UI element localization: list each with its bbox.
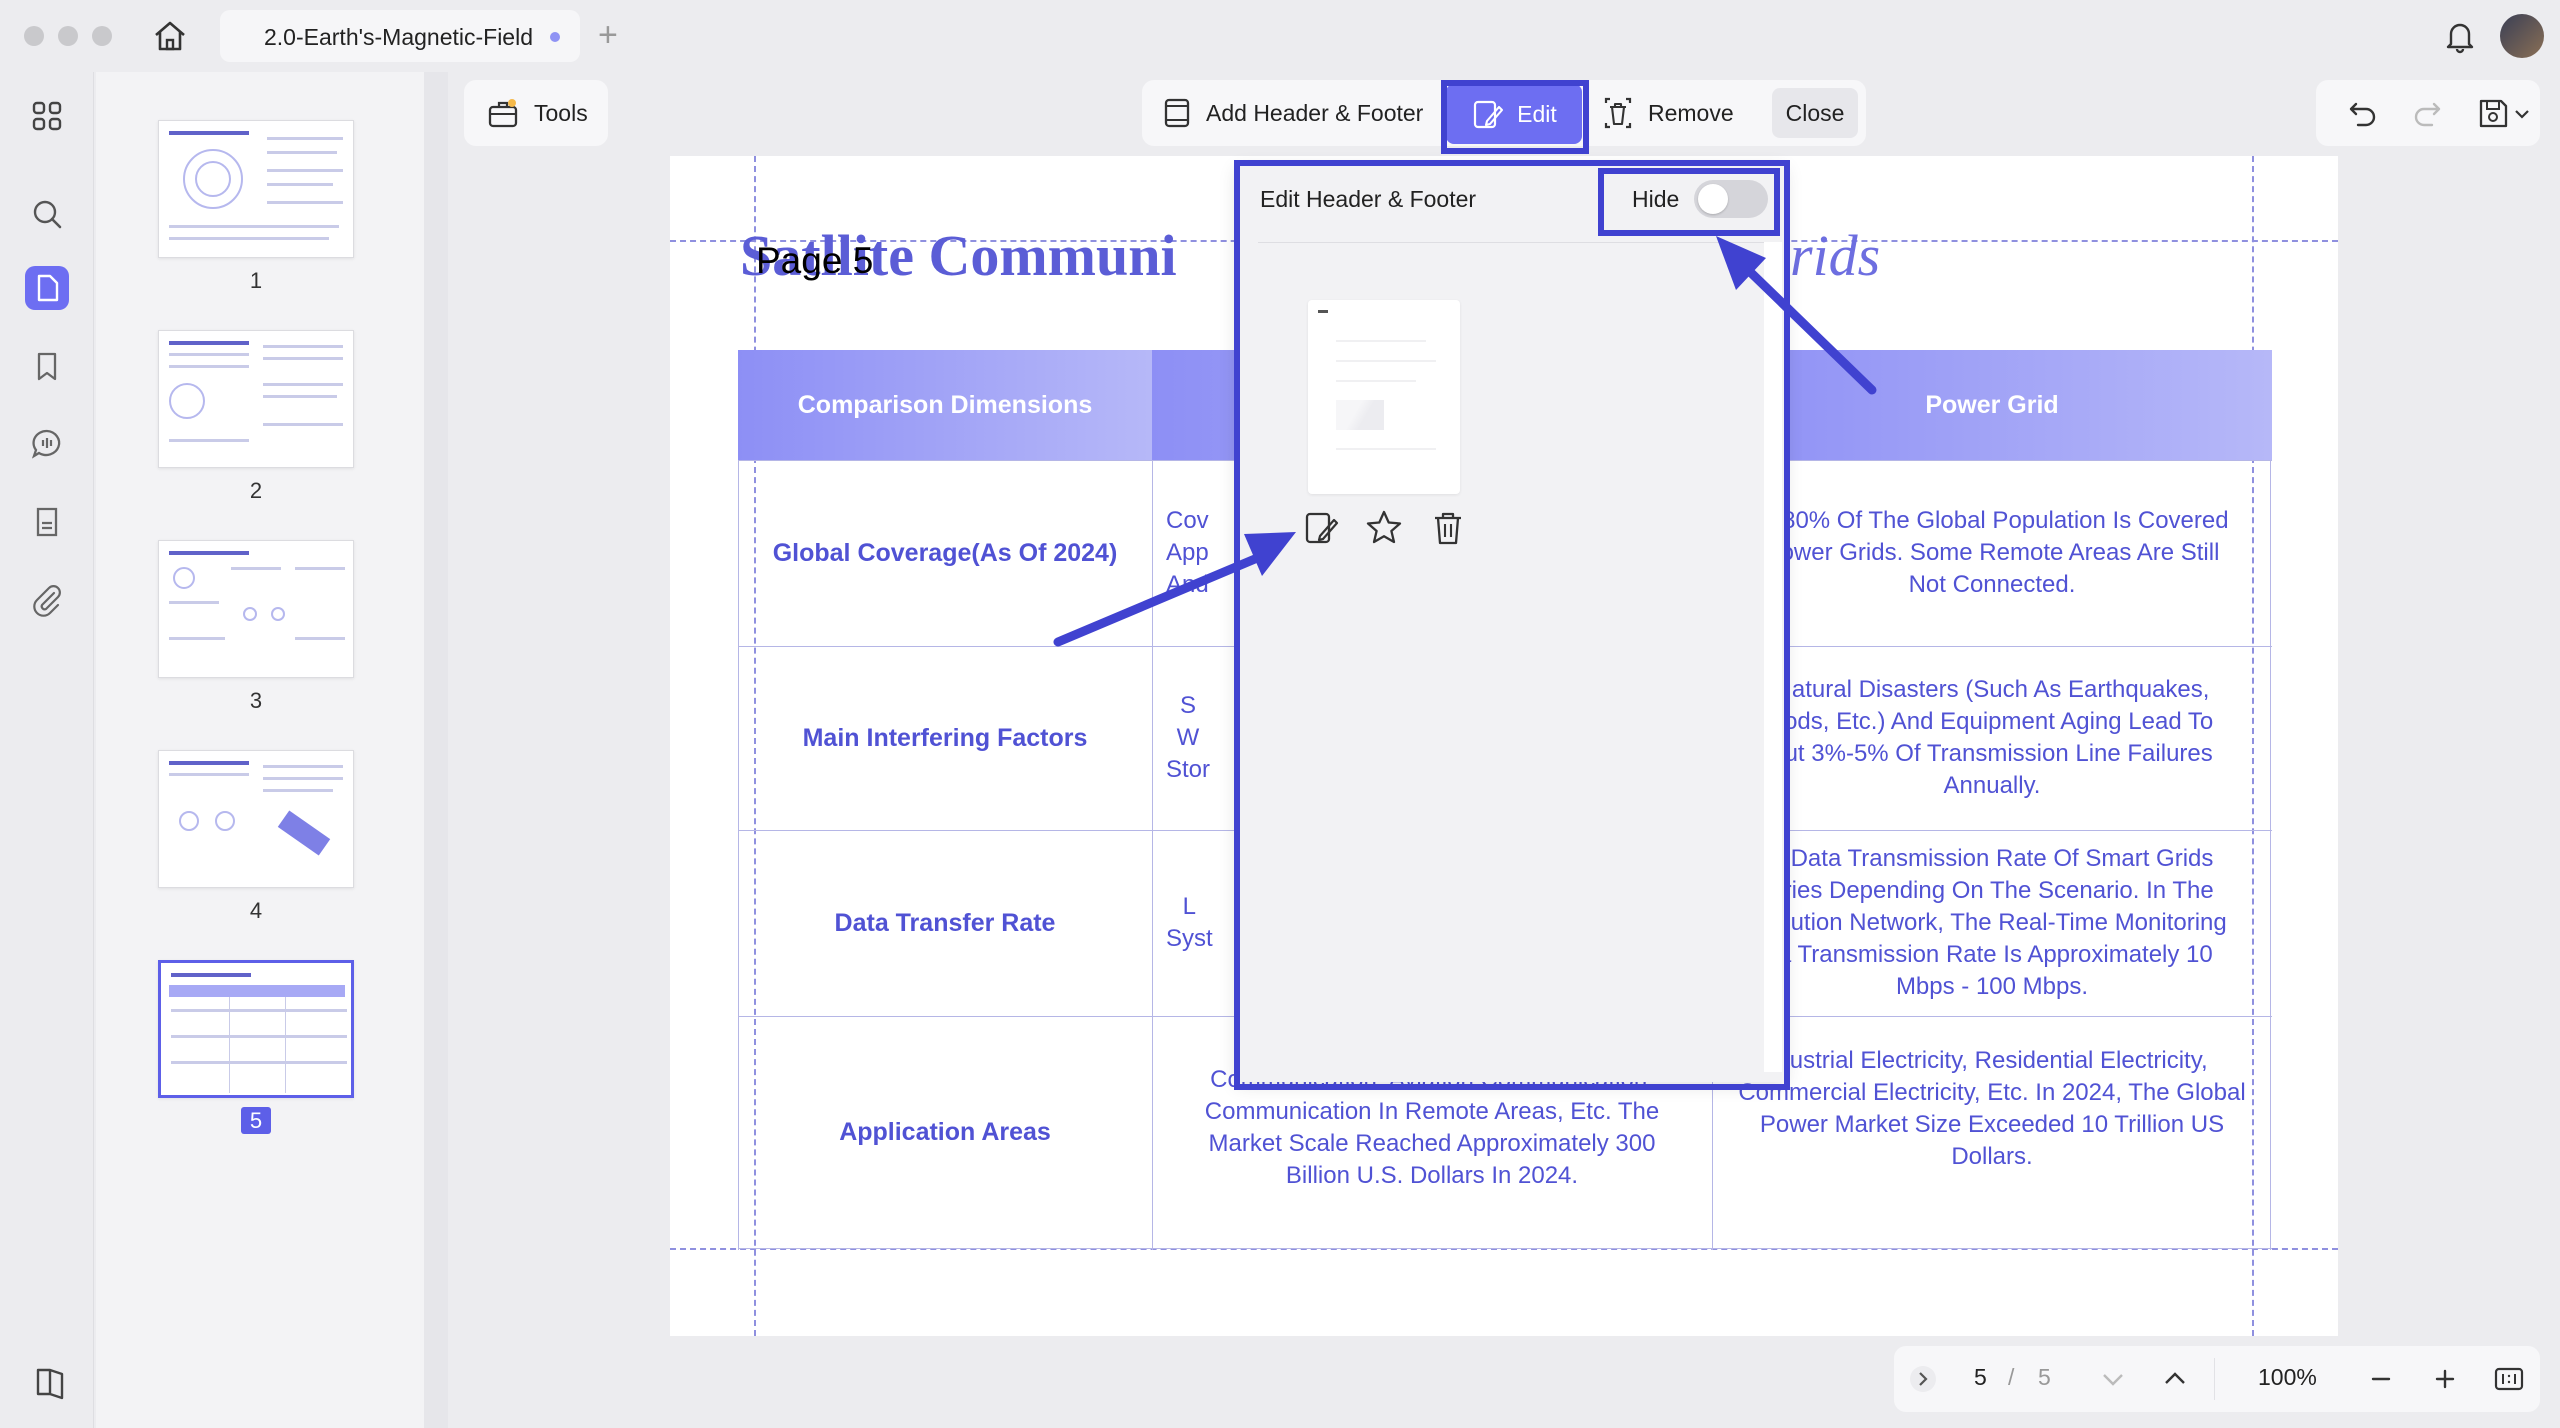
- table-row-label: Application Areas: [839, 1118, 1051, 1146]
- thumbnail-label: 4: [158, 898, 354, 924]
- apps-button[interactable]: [25, 94, 69, 138]
- undo-icon[interactable]: [2346, 96, 2380, 130]
- thumbnail-label-active: 5: [158, 1107, 354, 1134]
- bell-icon[interactable]: [2442, 18, 2478, 54]
- page-navigation: 5 / 5 100%: [1894, 1346, 2540, 1412]
- remove-label: Remove: [1648, 99, 1734, 126]
- total-pages: 5: [2038, 1364, 2051, 1390]
- avatar[interactable]: [2500, 14, 2544, 58]
- thumbnail-page-4[interactable]: [158, 750, 354, 888]
- zoom-out-icon[interactable]: [2364, 1362, 2398, 1396]
- sidebar-toggle-icon[interactable]: [30, 1362, 70, 1402]
- thumbnail-number: 3: [249, 688, 263, 713]
- header-text: Page 5: [756, 240, 874, 281]
- page-separator: /: [2008, 1364, 2015, 1390]
- thumbnail-page-1[interactable]: [158, 120, 354, 258]
- tab-title: 2.0-Earth's-Magnetic-Field: [264, 24, 533, 50]
- form-button[interactable]: [25, 500, 69, 544]
- document-tab[interactable]: 2.0-Earth's-Magnetic-Field: [220, 10, 580, 62]
- remove-button[interactable]: Remove: [1600, 80, 1734, 146]
- table-cell: dustrial Electricity, Residential Electr…: [1738, 1047, 2246, 1170]
- add-header-footer-label: Add Header & Footer: [1206, 99, 1424, 126]
- thumbnail-number: 4: [249, 898, 263, 923]
- grid-icon: [32, 101, 62, 131]
- zoom-in-icon[interactable]: [2428, 1362, 2462, 1396]
- search-icon: [33, 200, 62, 229]
- attachment-button[interactable]: [25, 578, 69, 622]
- thumbnail-scrollbar[interactable]: [424, 72, 448, 1428]
- table-row-label: Global Coverage(As Of 2024): [772, 539, 1118, 567]
- table-row-label: Main Interfering Factors: [802, 724, 1088, 752]
- table-row-label: Data Transfer Rate: [834, 909, 1056, 937]
- title-part: llite Communi: [820, 223, 1177, 288]
- thumbnail-number: 5: [240, 1107, 272, 1134]
- current-page-input[interactable]: 5: [1974, 1364, 1987, 1391]
- table-cell: Cov App And: [1166, 507, 1209, 598]
- paperclip-icon: [33, 585, 61, 617]
- thumbnail-page-5[interactable]: [158, 960, 354, 1098]
- thumbnail-number: 1: [249, 268, 263, 293]
- tools-label: Tools: [534, 99, 588, 126]
- bookmark-button[interactable]: [25, 344, 69, 388]
- document-title-end: rids: [1790, 223, 1881, 288]
- header-footer-icon: [1164, 98, 1190, 128]
- toolbox-icon: [488, 99, 518, 128]
- history-toolbar: [2316, 80, 2540, 146]
- table-header-cell: Comparison Dimensions: [738, 350, 1152, 460]
- bookmark-icon: [37, 352, 57, 381]
- window-close-button[interactable]: [24, 26, 44, 46]
- thumbnail-page-2[interactable]: [158, 330, 354, 468]
- thumbnail-panel: 1 2 3 4 5: [96, 72, 424, 1428]
- new-tab-button[interactable]: +: [598, 16, 618, 55]
- comment-icon: [31, 429, 61, 459]
- table-cell: ut 80% Of The Global Population Is Cover…: [1755, 507, 2229, 598]
- page-icon: [37, 274, 59, 302]
- table-cell: S W Stor: [1166, 692, 1211, 783]
- save-icon[interactable]: [2476, 96, 2510, 130]
- left-icon-bar: [0, 72, 94, 1428]
- window-minimize-button[interactable]: [58, 26, 78, 46]
- table-header-cell: Power Grid: [1712, 350, 2272, 460]
- thumbnail-page-3[interactable]: [158, 540, 354, 678]
- chevron-right-icon[interactable]: [1906, 1362, 1940, 1396]
- highlight-edit-button: [1441, 80, 1589, 154]
- highlight-popup: [1234, 160, 1790, 1090]
- table-cell: L Syst: [1166, 893, 1213, 952]
- home-icon[interactable]: [152, 18, 188, 54]
- search-button[interactable]: [25, 192, 69, 236]
- add-header-footer-button[interactable]: Add Header & Footer: [1160, 80, 1423, 146]
- table-row-divider: [738, 1248, 2272, 1249]
- unsaved-dot: [550, 32, 560, 42]
- chevron-down-icon[interactable]: [2514, 108, 2530, 120]
- pages-button[interactable]: [25, 266, 69, 310]
- highlight-hide-toggle: [1598, 168, 1780, 236]
- title-bar: 2.0-Earth's-Magnetic-Field +: [0, 0, 2560, 72]
- form-icon: [36, 507, 58, 537]
- next-page-icon[interactable]: [2096, 1362, 2130, 1396]
- thumbnail-number: 2: [249, 478, 263, 503]
- table-cell: e Data Transmission Rate Of Smart Grids …: [1757, 845, 2227, 1000]
- remove-icon: [1604, 97, 1632, 129]
- thumbnail-label: 3: [158, 688, 354, 714]
- thumbnail-label: 1: [158, 268, 354, 294]
- close-button[interactable]: Close: [1772, 88, 1858, 138]
- thumbnail-label: 2: [158, 478, 354, 504]
- previous-page-icon[interactable]: [2158, 1362, 2192, 1396]
- tools-button[interactable]: Tools: [464, 80, 608, 146]
- redo-icon[interactable]: [2410, 96, 2444, 130]
- actual-size-icon[interactable]: [2492, 1362, 2526, 1396]
- zoom-level[interactable]: 100%: [2258, 1364, 2317, 1391]
- window-zoom-button[interactable]: [92, 26, 112, 46]
- comment-button[interactable]: [25, 422, 69, 466]
- table-cell: Natural Disasters (Such As Earthquakes, …: [1770, 676, 2214, 799]
